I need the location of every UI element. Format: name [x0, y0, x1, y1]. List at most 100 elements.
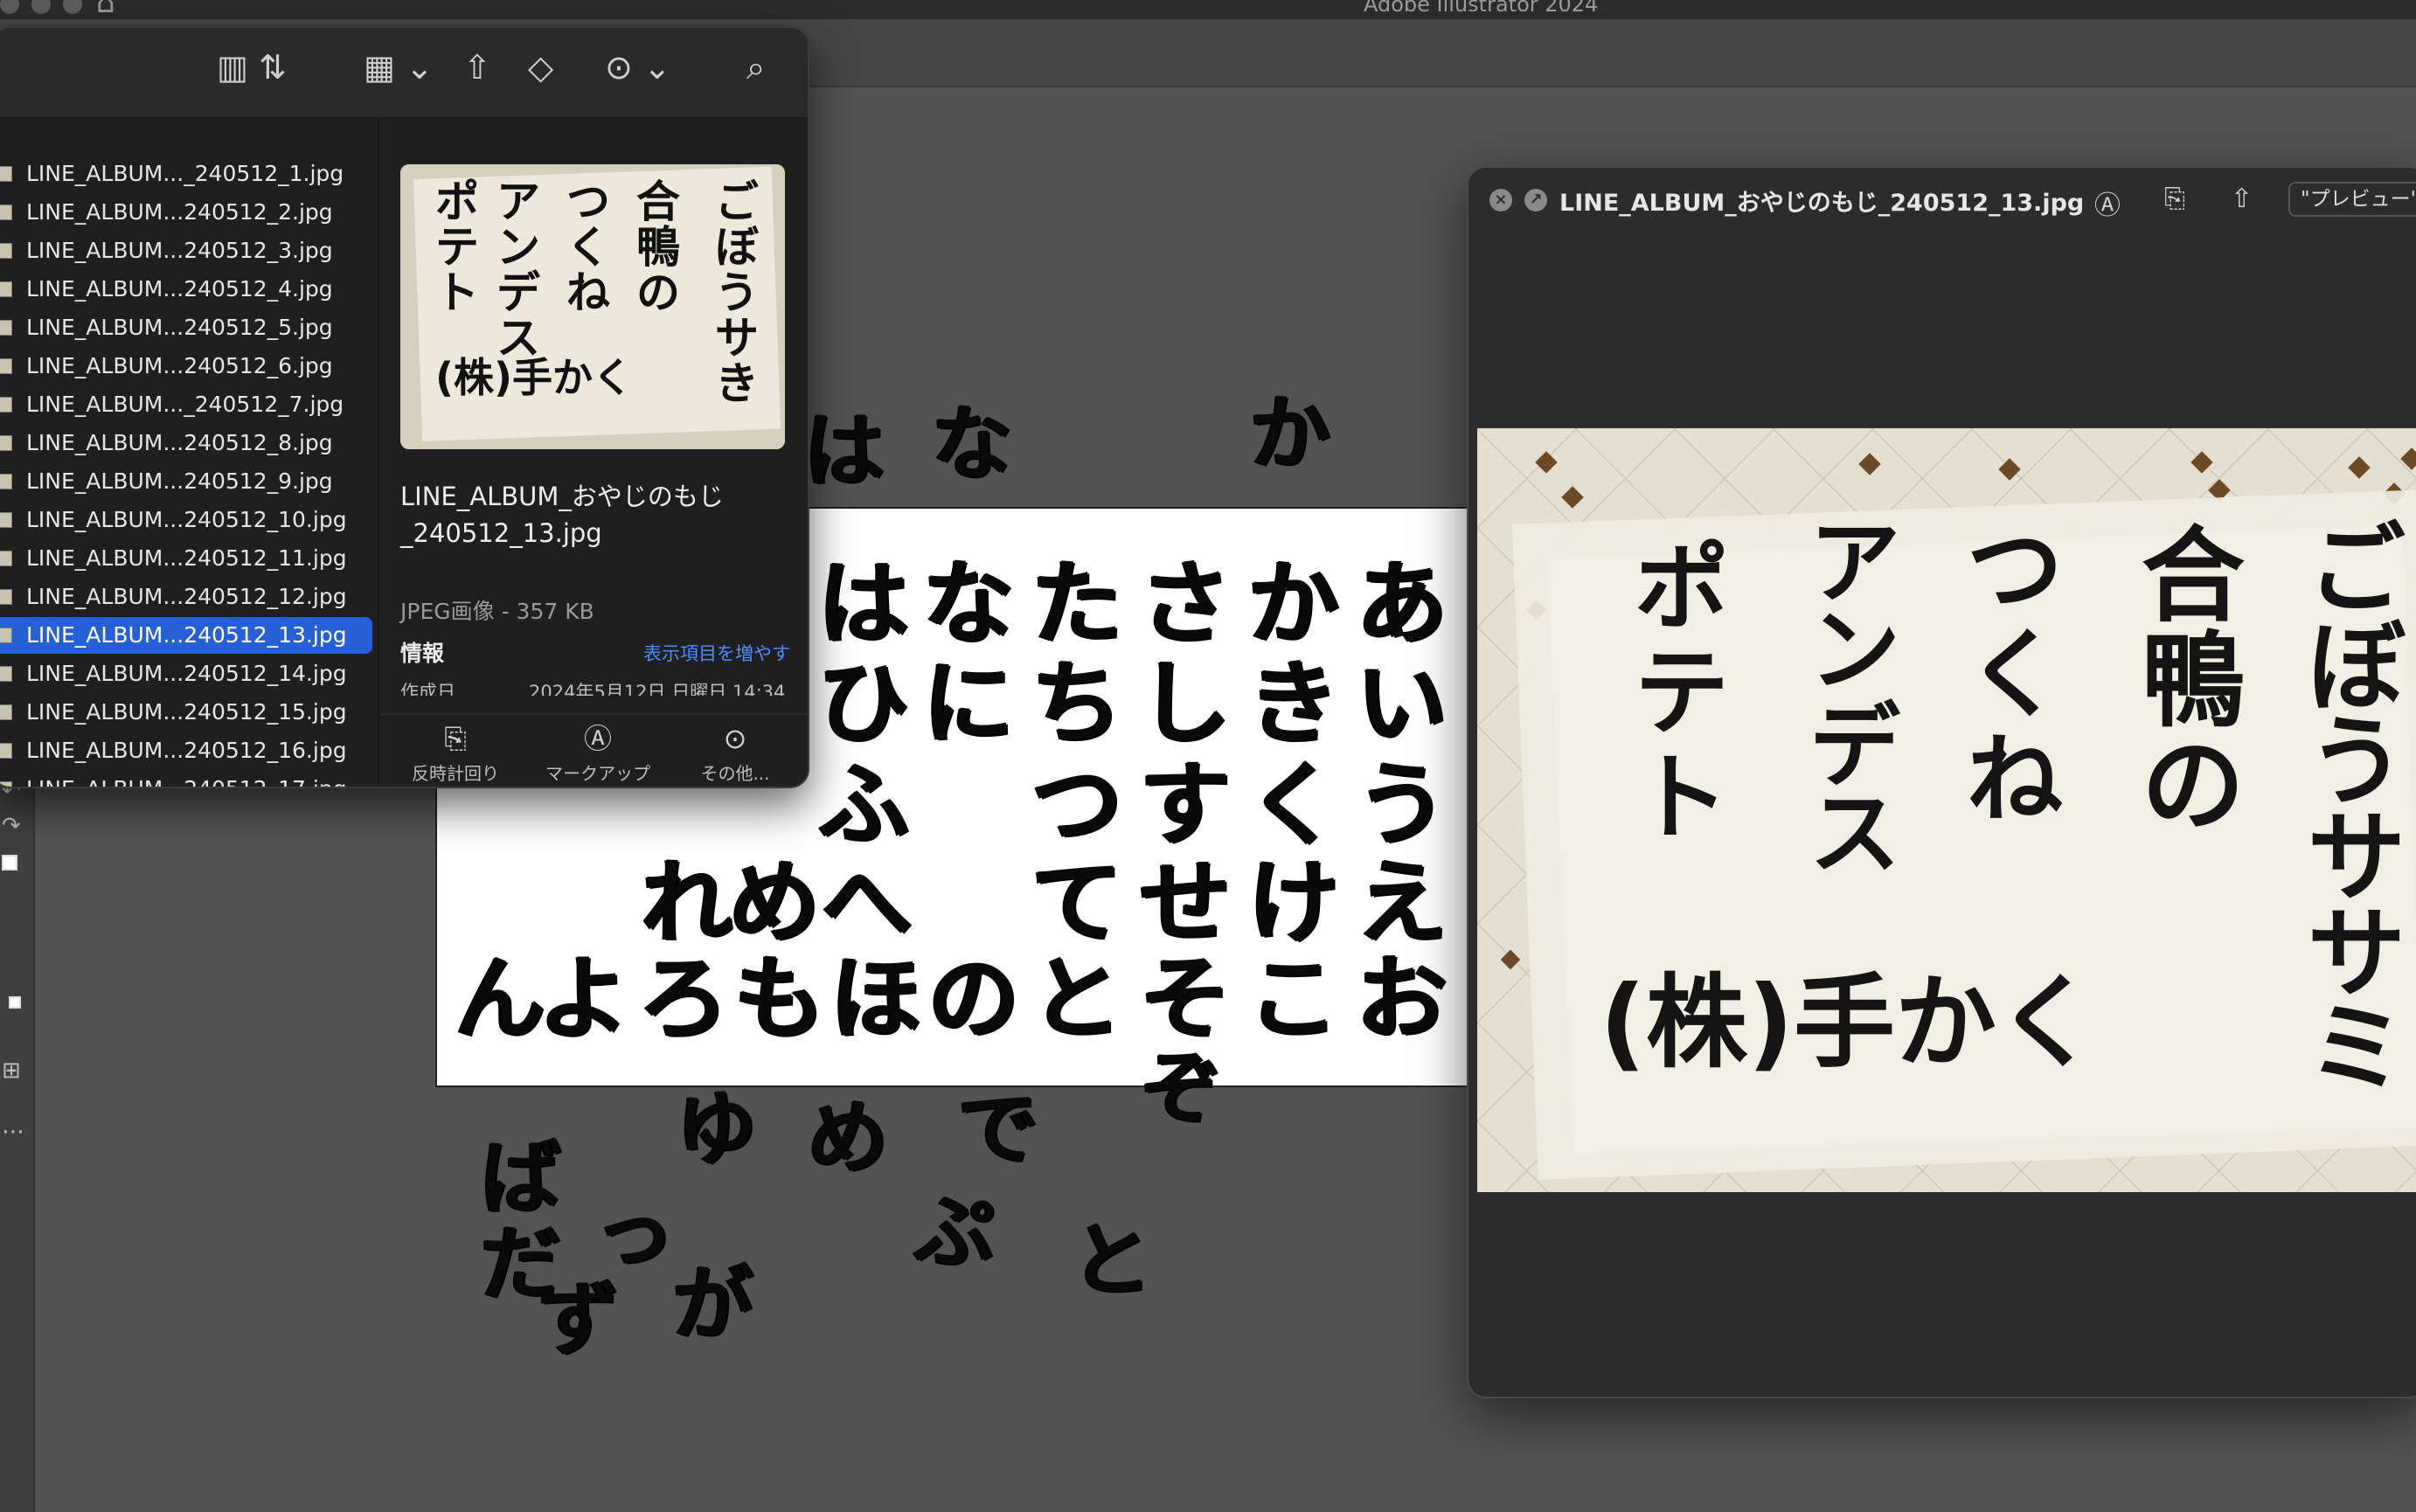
glyph[interactable]: と: [1031, 953, 1122, 1044]
markup-icon[interactable]: Ⓐ: [2094, 184, 2121, 222]
file-row[interactable]: LINE_ALBUM...240512_6.jpg: [0, 348, 372, 385]
preview-file-kind: JPEG画像 - 357 KB: [400, 599, 594, 624]
close-icon[interactable]: ×: [1489, 189, 1512, 212]
search-icon[interactable]: ⌕: [746, 51, 765, 84]
home-icon[interactable]: ⌂: [96, 0, 115, 17]
glyph[interactable]: て: [1031, 857, 1122, 947]
file-row[interactable]: LINE_ALBUM...240512_15.jpg: [0, 694, 372, 731]
window-controls[interactable]: [0, 0, 82, 14]
file-row[interactable]: LINE_ALBUM...240512_14.jpg: [0, 655, 372, 692]
minimize-dot[interactable]: [31, 0, 51, 14]
file-row[interactable]: LINE_ALBUM...240512_4.jpg: [0, 271, 372, 308]
glyph[interactable]: こ: [1248, 953, 1339, 1044]
file-row[interactable]: LINE_ALBUM..._240512_7.jpg: [0, 386, 372, 423]
share-icon[interactable]: ⇧: [2231, 184, 2253, 214]
stray-glyph[interactable]: で: [958, 1089, 1038, 1169]
glyph[interactable]: た: [1031, 558, 1122, 648]
glyph[interactable]: さ: [1140, 558, 1231, 648]
glyph[interactable]: い: [1357, 657, 1448, 748]
stray-glyph[interactable]: ぞ: [1142, 1049, 1222, 1129]
fill-swatch[interactable]: [2, 855, 17, 870]
stray-glyph[interactable]: は: [804, 411, 885, 491]
glyph[interactable]: そ: [1140, 953, 1231, 1044]
glyph[interactable]: ろ: [638, 953, 729, 1044]
glyph[interactable]: あ: [1357, 558, 1448, 648]
zoom-dot[interactable]: [63, 0, 82, 14]
file-row[interactable]: LINE_ALBUM...240512_17.jpg: [0, 771, 372, 787]
sidebar-toggle-icon[interactable]: ▥ ⇅: [217, 51, 287, 84]
view-grid-icon[interactable]: ▦ ⌄: [364, 51, 434, 84]
glyph[interactable]: れ: [642, 857, 732, 947]
glyph[interactable]: も: [734, 953, 825, 1044]
glyph[interactable]: な: [923, 558, 1014, 648]
tag-icon[interactable]: ◇: [528, 51, 553, 84]
glyph[interactable]: ほ: [830, 953, 921, 1044]
glyph[interactable]: う: [1357, 759, 1448, 850]
glyph[interactable]: へ: [822, 857, 913, 947]
stray-glyph[interactable]: ず: [538, 1280, 619, 1360]
stray-glyph[interactable]: が: [673, 1264, 753, 1344]
stray-glyph[interactable]: ぷ: [914, 1192, 995, 1273]
glyph[interactable]: す: [1140, 759, 1231, 850]
glyph[interactable]: に: [923, 657, 1014, 748]
file-row[interactable]: LINE_ALBUM...240512_12.jpg: [0, 579, 372, 615]
glyph[interactable]: え: [1357, 857, 1448, 947]
file-row[interactable]: LINE_ALBUM...240512_16.jpg: [0, 732, 372, 769]
glyph[interactable]: ひ: [818, 657, 909, 748]
share-icon[interactable]: ⇧: [463, 51, 491, 84]
stray-glyph[interactable]: ゆ: [677, 1089, 757, 1169]
more-tools-icon[interactable]: ⋯: [2, 1119, 24, 1145]
rotate-left-action[interactable]: ⎘ 反時計回り に回転: [390, 715, 521, 787]
glyph[interactable]: く: [1248, 759, 1339, 850]
glyph[interactable]: よ: [538, 953, 629, 1044]
svg-text:の: の: [2142, 725, 2245, 846]
file-row-selected[interactable]: LINE_ALBUM...240512_13.jpg: [0, 617, 372, 654]
file-row[interactable]: LINE_ALBUM..._240512_1.jpg: [0, 156, 372, 192]
glyph[interactable]: け: [1248, 857, 1339, 947]
stray-glyph[interactable]: め: [808, 1098, 888, 1178]
glyph[interactable]: か: [1248, 558, 1339, 648]
more-icon[interactable]: ⊙ ⌄: [605, 51, 671, 84]
rotate-icon[interactable]: ⎘: [2164, 184, 2185, 214]
glyph[interactable]: お: [1357, 953, 1448, 1044]
glyph[interactable]: し: [1140, 657, 1231, 748]
file-row[interactable]: LINE_ALBUM...240512_5.jpg: [0, 309, 372, 346]
created-date-row: 作成日 2024年5月12日 日曜日 14:34: [400, 682, 786, 696]
glyph[interactable]: き: [1248, 657, 1339, 748]
glyph[interactable]: ん: [455, 953, 545, 1044]
close-dot[interactable]: [0, 0, 19, 14]
preview-thumbnail[interactable]: ごぼうサき 合鴨の つくね アンデス ポテト (株)手かく: [400, 164, 785, 449]
open-with-preview-button[interactable]: "プレビュー"で開く: [2288, 182, 2416, 217]
glyph[interactable]: つ: [1031, 759, 1122, 850]
glyph[interactable]: の: [928, 953, 1019, 1044]
file-row[interactable]: LINE_ALBUM...240512_3.jpg: [0, 232, 372, 269]
stray-glyph[interactable]: と: [1072, 1220, 1152, 1300]
finder-window: ▥ ⇅ ▦ ⌄ ⇧ ◇ ⊙ ⌄ ⌕ LINE_ALBUM..._240512_1…: [0, 26, 809, 788]
file-row[interactable]: LINE_ALBUM...240512_10.jpg: [0, 502, 372, 538]
glyph[interactable]: ふ: [818, 759, 909, 850]
more-actions-icon: ⊙: [723, 722, 747, 755]
more-action[interactable]: ⊙ その他...: [670, 715, 801, 785]
screen-mode-icon[interactable]: ⊞: [2, 1058, 21, 1084]
file-row[interactable]: LINE_ALBUM...240512_11.jpg: [0, 540, 372, 577]
file-row[interactable]: LINE_ALBUM...240512_2.jpg: [0, 194, 372, 231]
stray-glyph[interactable]: ば: [481, 1138, 561, 1218]
file-row[interactable]: LINE_ALBUM...240512_8.jpg: [0, 425, 372, 461]
none-swatch[interactable]: [9, 996, 21, 1009]
glyph[interactable]: め: [729, 857, 820, 947]
fullscreen-icon[interactable]: ↗: [1524, 189, 1547, 212]
file-name: LINE_ALBUM...240512_3.jpg: [26, 238, 333, 263]
stray-glyph[interactable]: か: [1250, 393, 1330, 474]
glyph[interactable]: は: [818, 558, 909, 648]
glyph[interactable]: せ: [1140, 857, 1231, 947]
stray-glyph[interactable]: な: [932, 404, 1012, 484]
redo-tool-icon[interactable]: ↷: [2, 813, 21, 839]
show-more-link[interactable]: 表示項目を増やす: [643, 640, 790, 666]
glyph[interactable]: ち: [1031, 657, 1122, 748]
file-row[interactable]: LINE_ALBUM...240512_9.jpg: [0, 463, 372, 500]
file-name: LINE_ALBUM...240512_5.jpg: [26, 315, 333, 340]
stray-glyph[interactable]: っ: [594, 1192, 675, 1273]
preview-pane: ごぼうサき 合鴨の つくね アンデス ポテト (株)手かく LINE_ALBUM…: [381, 119, 808, 787]
svg-text:ン: ン: [1809, 597, 1900, 704]
markup-action[interactable]: Ⓐ マークアップ: [528, 715, 668, 785]
